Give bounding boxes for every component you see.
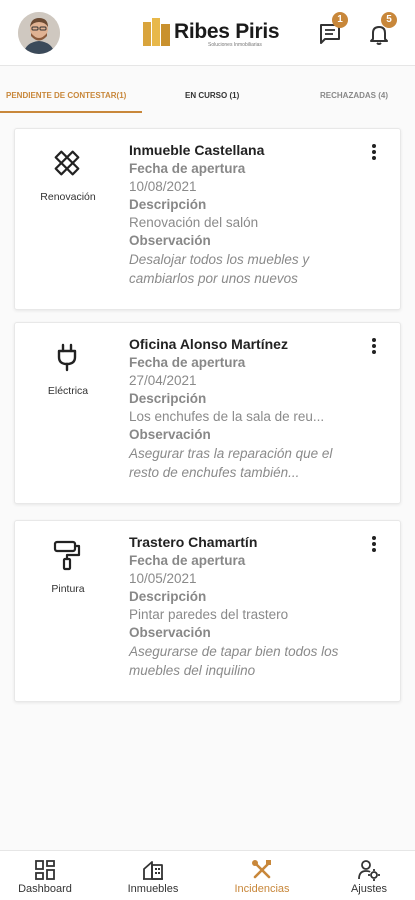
notifications-badge: 5 (381, 12, 397, 28)
bottom-navigation: Dashboard Inmuebles Incidencias Ajustes (0, 850, 415, 900)
building-icon (143, 861, 163, 880)
category-label: Eléctrica (47, 385, 89, 397)
nav-ajustes[interactable]: Ajustes (336, 851, 402, 900)
date-label: Fecha de apertura (129, 553, 246, 568)
messages-button[interactable]: 1 (318, 12, 348, 46)
logo-mark-icon (143, 18, 170, 46)
card-body: Inmueble Castellana Fecha de apertura 10… (129, 141, 354, 288)
observation-label: Observación (129, 427, 211, 442)
tab-rechazadas[interactable]: RECHAZADAS (4) (320, 76, 388, 114)
description-label: Descripción (129, 589, 207, 604)
messages-badge: 1 (332, 12, 348, 28)
observation-label: Observación (129, 233, 211, 248)
description-value: Renovación del salón (129, 215, 259, 230)
notifications-button[interactable]: 5 (367, 12, 397, 46)
category-label: Renovación (40, 191, 96, 203)
date-value: 10/05/2021 (129, 571, 197, 586)
brand-name: Ribes Piris (174, 20, 280, 43)
plug-icon (57, 343, 77, 372)
card-body: Trastero Chamartín Fecha de apertura 10/… (129, 533, 354, 680)
incident-card[interactable]: Renovación Inmueble Castellana Fecha de … (14, 128, 401, 310)
incident-title: Inmueble Castellana (129, 142, 265, 158)
description-value: Los enchufes de la sala de reu... (129, 409, 325, 424)
brand-logo: Ribes Piris Soluciones Inmobiliarias (142, 15, 280, 51)
nav-label: Ajustes (350, 883, 388, 895)
nav-incidencias[interactable]: Incidencias (226, 851, 298, 900)
nav-label: Inmuebles (127, 883, 179, 895)
date-label: Fecha de apertura (129, 161, 246, 176)
tools-icon (252, 860, 271, 879)
date-value: 10/08/2021 (129, 179, 197, 194)
status-tabs: PENDIENTE DE CONTESTAR(1) EN CURSO (1) R… (0, 76, 415, 114)
more-options-icon[interactable] (367, 143, 381, 165)
observation-value: Desalojar todos los muebles y cambiarlos… (129, 252, 310, 286)
incident-title: Oficina Alonso Martínez (129, 336, 288, 352)
tab-pendiente[interactable]: PENDIENTE DE CONTESTAR(1) (6, 76, 126, 114)
paint-roller-icon (53, 540, 81, 571)
incident-card[interactable]: Pintura Trastero Chamartín Fecha de aper… (14, 520, 401, 702)
incident-title: Trastero Chamartín (129, 534, 258, 550)
observation-value: Asegurar tras la reparación que el resto… (129, 446, 333, 480)
category-label: Pintura (51, 583, 85, 595)
description-label: Descripción (129, 391, 207, 406)
nav-label: Dashboard (18, 883, 72, 895)
user-settings-icon (358, 860, 380, 881)
dashboard-icon (35, 860, 55, 880)
description-label: Descripción (129, 197, 207, 212)
top-app-bar: Ribes Piris Soluciones Inmobiliarias 1 5 (0, 0, 415, 66)
observation-label: Observación (129, 625, 211, 640)
more-options-icon[interactable] (367, 535, 381, 557)
active-tab-indicator (0, 111, 142, 113)
card-body: Oficina Alonso Martínez Fecha de apertur… (129, 335, 354, 482)
avatar[interactable] (18, 12, 60, 54)
nav-label: Incidencias (234, 883, 290, 895)
nav-inmuebles[interactable]: Inmuebles (118, 851, 188, 900)
brand-tagline: Soluciones Inmobiliarias (208, 42, 262, 48)
nav-dashboard[interactable]: Dashboard (10, 851, 80, 900)
incident-card[interactable]: Eléctrica Oficina Alonso Martínez Fecha … (14, 322, 401, 504)
description-value: Pintar paredes del trastero (129, 607, 289, 622)
more-options-icon[interactable] (367, 337, 381, 359)
tools-icon (54, 150, 80, 176)
observation-value: Asegurarse de tapar bien todos los muebl… (129, 644, 339, 678)
tab-en-curso[interactable]: EN CURSO (1) (185, 76, 239, 114)
date-value: 27/04/2021 (129, 373, 197, 388)
date-label: Fecha de apertura (129, 355, 246, 370)
